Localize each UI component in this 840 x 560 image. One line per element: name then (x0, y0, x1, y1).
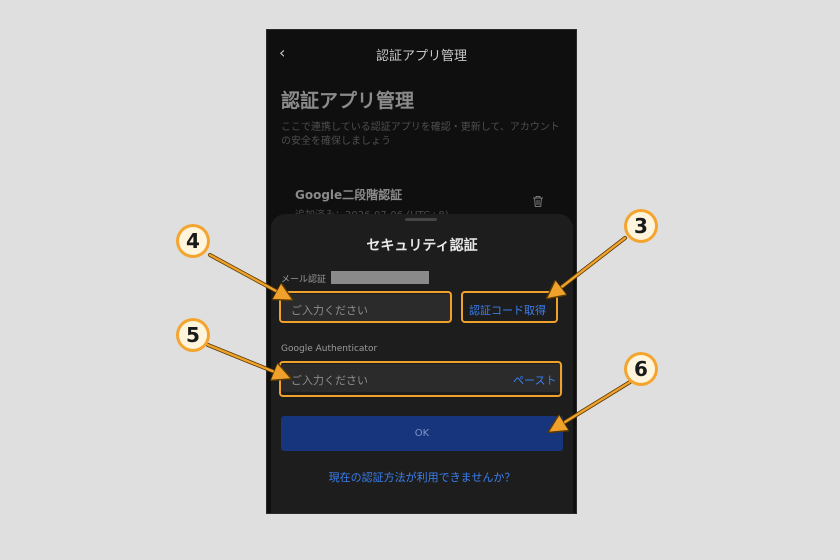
callout-6: 6 (624, 352, 658, 386)
arrow-4 (208, 253, 289, 298)
callout-5-number: 5 (179, 321, 207, 349)
callout-5: 5 (176, 318, 210, 352)
callout-6-number: 6 (627, 355, 655, 383)
callout-4: 4 (176, 224, 210, 258)
callout-3-number: 3 (627, 212, 655, 240)
arrow-5 (206, 343, 287, 377)
callout-3: 3 (624, 209, 658, 243)
callout-4-number: 4 (179, 227, 207, 255)
arrow-6 (552, 380, 632, 430)
arrow-3 (550, 236, 627, 296)
annotation-arrows (206, 236, 632, 560)
